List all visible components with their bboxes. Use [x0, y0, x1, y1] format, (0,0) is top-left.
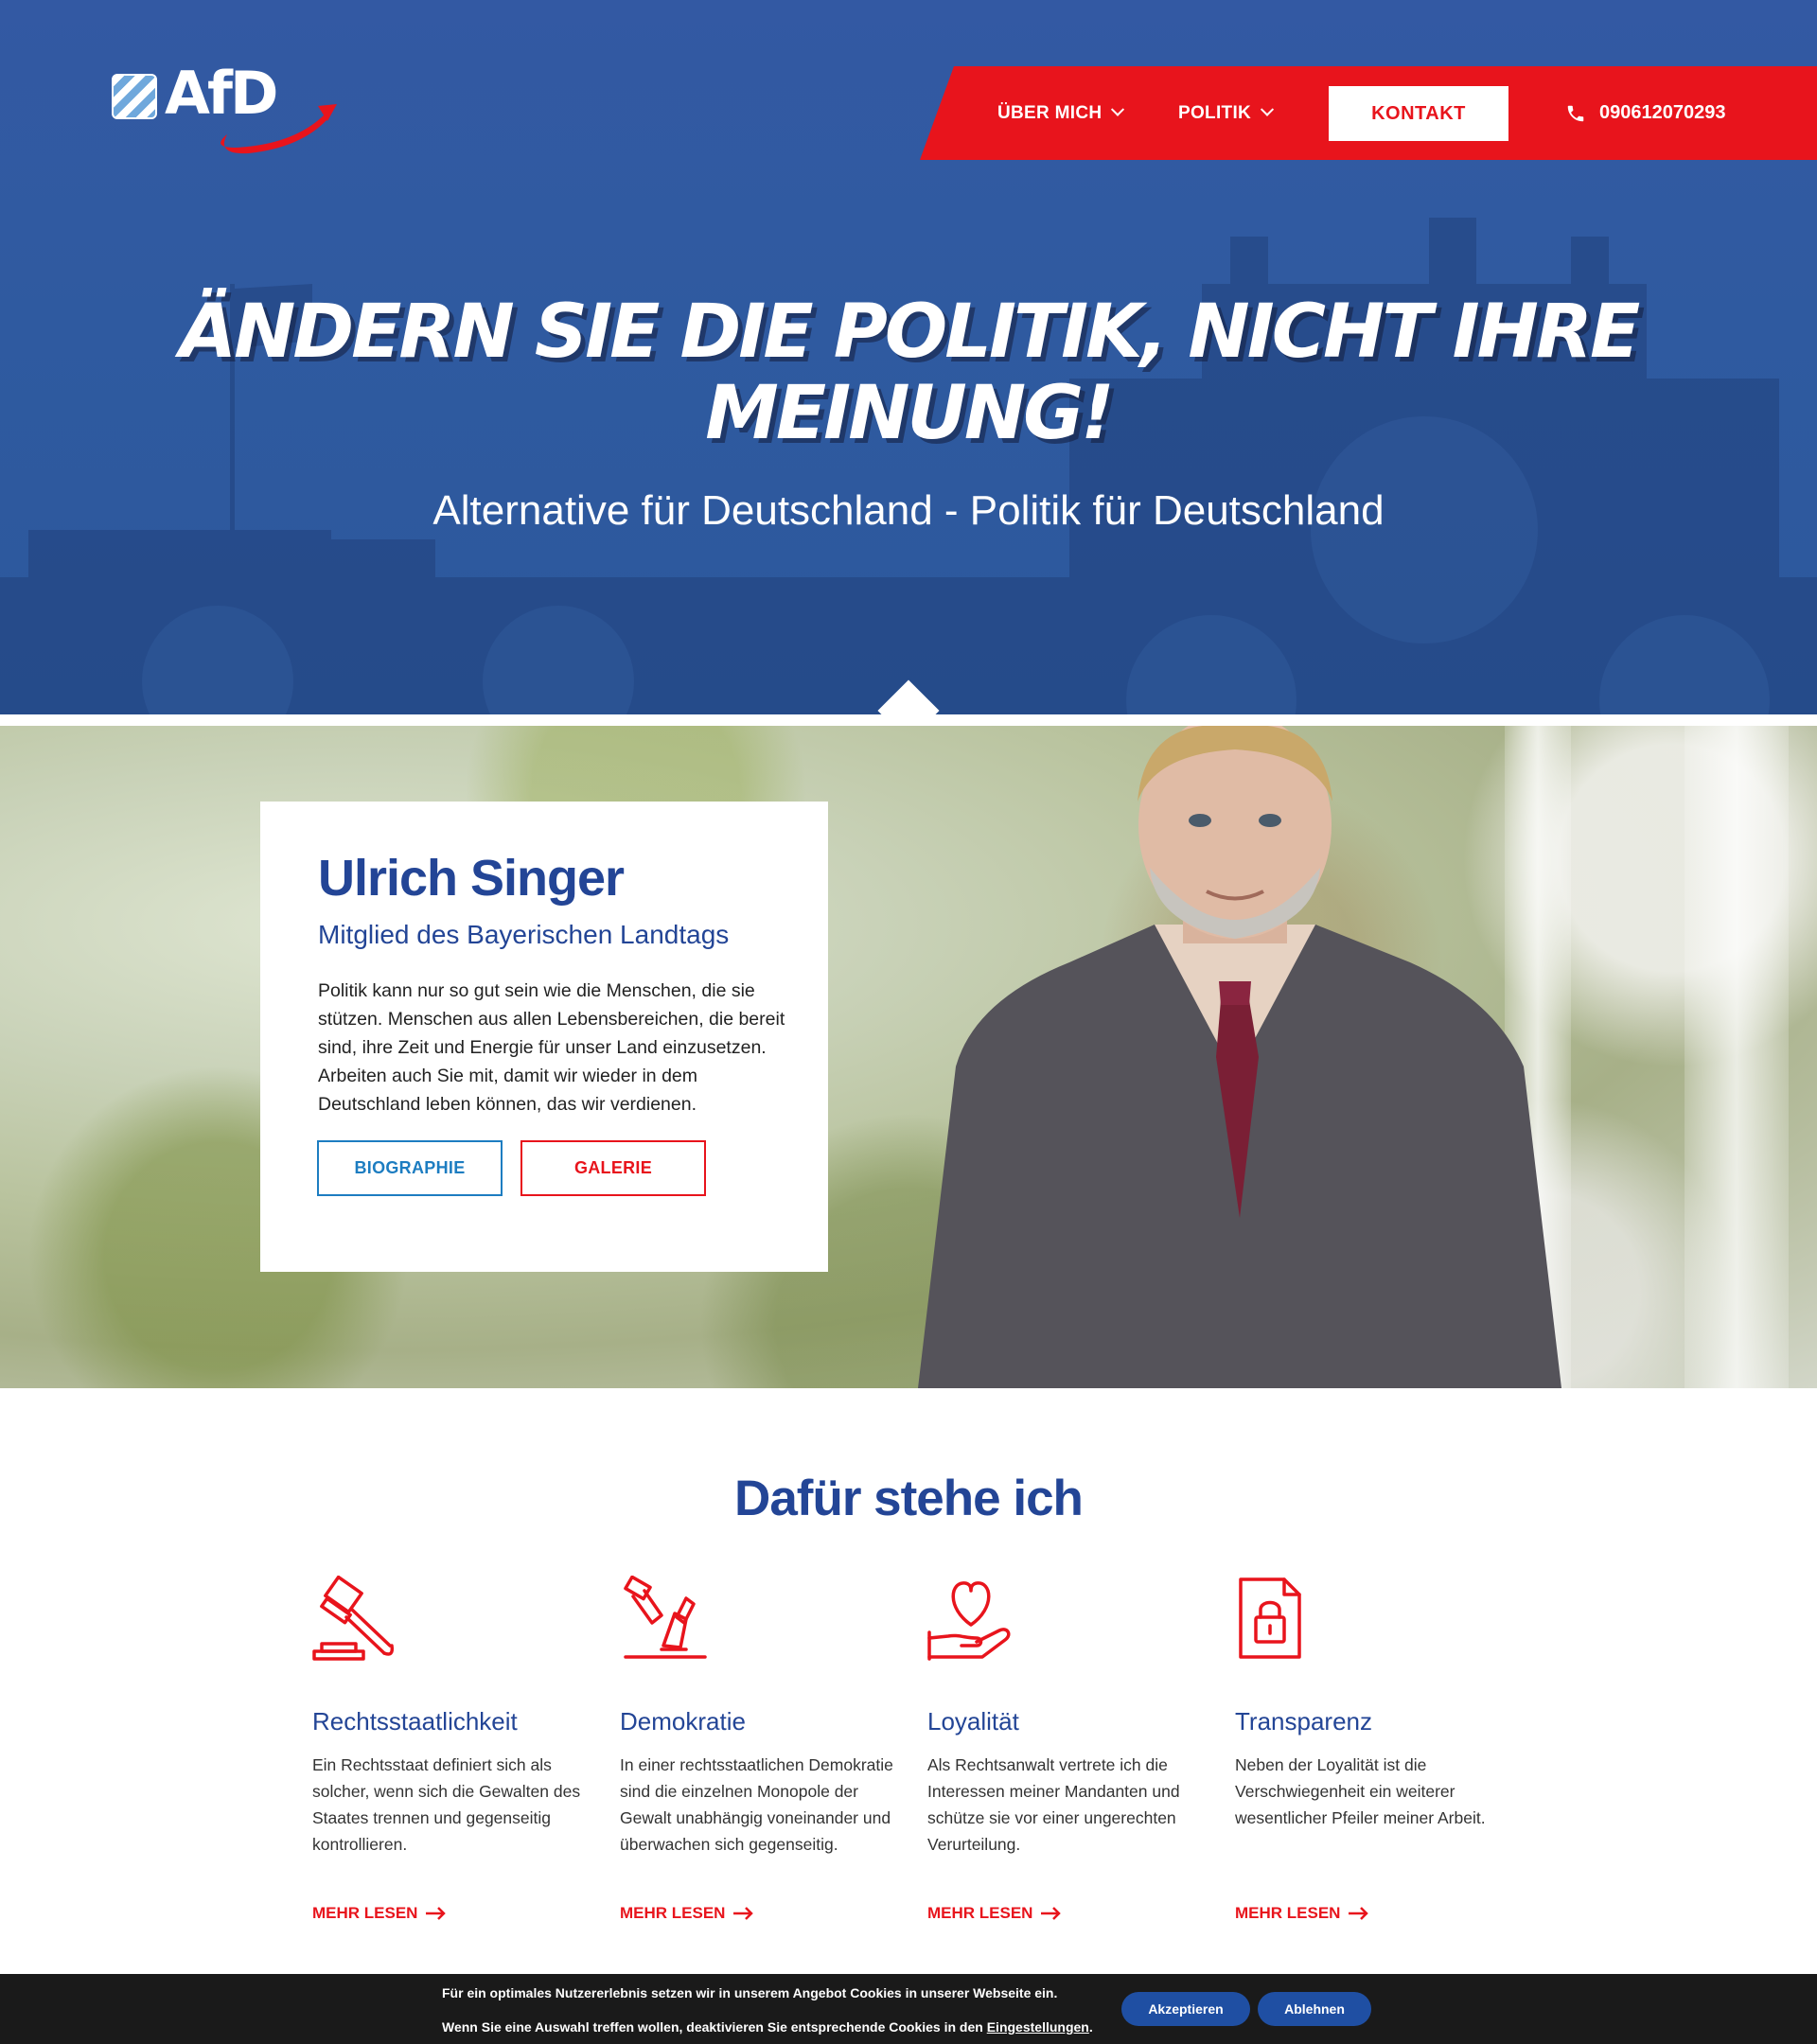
gavel-icon — [312, 1575, 395, 1661]
value-item: Transparenz Neben der Loyalität ist die … — [1235, 1576, 1509, 1831]
value-text: Neben der Loyalität ist die Verschwiegen… — [1235, 1755, 1486, 1827]
cookie-text-end: . — [1088, 2019, 1093, 2035]
portrait-photo — [918, 726, 1561, 1388]
value-text: In einer rechtsstaatlichen Demokratie si… — [620, 1755, 893, 1854]
galerie-button[interactable]: GALERIE — [520, 1140, 706, 1196]
nav-item-ueber-mich[interactable]: ÜBER MICH — [997, 66, 1125, 160]
kontakt-button[interactable]: KONTAKT — [1329, 86, 1508, 141]
arrow-right-icon — [426, 1907, 447, 1920]
value-title: Transparenz — [1235, 1707, 1372, 1736]
value-title: Demokratie — [620, 1707, 746, 1736]
mehr-lesen-link[interactable]: MEHR LESEN — [620, 1904, 754, 1923]
arrow-right-icon — [1349, 1907, 1369, 1920]
arrow-right-icon — [1041, 1907, 1062, 1920]
values-title: Dafür stehe ich — [734, 1471, 1084, 1526]
profile-text: Politik kann nur so gut sein wie die Men… — [318, 980, 785, 1115]
locked-document-icon — [1239, 1577, 1301, 1659]
cookie-text-line1: Für ein optimales Nutzererlebnis setzen … — [442, 1985, 1058, 2000]
afd-logo[interactable]: AfD — [112, 59, 337, 159]
heart-hand-icon — [927, 1581, 1011, 1661]
mehr-lesen-link[interactable]: MEHR LESEN — [312, 1904, 447, 1923]
chevron-down-icon — [1260, 102, 1275, 116]
hero-title: ÄNDERN SIE DIE POLITIK, NICHT IHRE MEINU… — [0, 291, 1817, 454]
nav-item-label: ÜBER MICH — [997, 102, 1103, 123]
arrow-right-icon — [733, 1907, 754, 1920]
vote-icon — [624, 1575, 707, 1659]
profile-role: Mitglied des Bayerischen Landtags — [318, 920, 730, 949]
hero-section: AfD ÜBER MICH POLITIK KONTAKT 0906120702… — [0, 0, 1817, 714]
bavaria-flag-icon — [112, 74, 157, 119]
cookie-text: Wenn Sie eine Auswahl treffen wollen, de… — [442, 2019, 983, 2035]
cookie-settings-link[interactable]: Eingestellungen — [987, 2019, 1089, 2035]
nav-item-label: POLITIK — [1178, 102, 1252, 123]
hero-title-line1: ÄNDERN SIE DIE POLITIK, NICHT IHRE — [179, 290, 1640, 375]
main-navigation: ÜBER MICH POLITIK KONTAKT 090612070293 — [920, 66, 1817, 160]
value-item: Rechtsstaatlichkeit Ein Rechtsstaat defi… — [312, 1575, 587, 1858]
phone-number: 090612070293 — [1599, 102, 1726, 123]
profile-card: Ulrich Singer Mitglied des Bayerischen L… — [260, 802, 828, 1272]
value-text: Als Rechtsanwalt vertrete ich die Intere… — [927, 1755, 1180, 1854]
nav-item-politik[interactable]: POLITIK — [1178, 66, 1275, 160]
profile-name: Ulrich Singer — [318, 850, 625, 907]
chevron-down-icon — [1111, 102, 1125, 116]
decline-cookies-button[interactable]: Ablehnen — [1258, 1992, 1371, 2026]
mehr-lesen-label: MEHR LESEN — [1235, 1904, 1341, 1922]
mehr-lesen-label: MEHR LESEN — [312, 1904, 418, 1922]
phone-link[interactable]: 090612070293 — [1565, 66, 1725, 160]
value-item: Demokratie In einer rechtsstaatlichen De… — [620, 1575, 894, 1858]
hero-subtitle: Alternative für Deutschland - Politik fü… — [432, 487, 1385, 534]
profile-section: Ulrich Singer Mitglied des Bayerischen L… — [0, 726, 1817, 1388]
background-column — [1685, 726, 1789, 1388]
mehr-lesen-label: MEHR LESEN — [620, 1904, 726, 1922]
hero-title-line2: MEINUNG! — [705, 371, 1114, 456]
cookie-banner: Für ein optimales Nutzererlebnis setzen … — [0, 1974, 1817, 2044]
mehr-lesen-link[interactable]: MEHR LESEN — [1235, 1904, 1369, 1923]
accept-cookies-button[interactable]: Akzeptieren — [1121, 1992, 1250, 2026]
value-title: Loyalität — [927, 1707, 1019, 1736]
mehr-lesen-label: MEHR LESEN — [927, 1904, 1033, 1922]
value-item: Loyalität Als Rechtsanwalt vertrete ich … — [927, 1576, 1202, 1858]
cookie-text-line2: Wenn Sie eine Auswahl treffen wollen, de… — [442, 2019, 1093, 2035]
logo-swoosh-icon — [221, 104, 337, 154]
mehr-lesen-link[interactable]: MEHR LESEN — [927, 1904, 1062, 1923]
value-text: Ein Rechtsstaat definiert sich als solch… — [312, 1755, 581, 1854]
value-title: Rechtsstaatlichkeit — [312, 1707, 518, 1736]
biographie-button[interactable]: BIOGRAPHIE — [317, 1140, 503, 1196]
phone-icon — [1567, 105, 1584, 121]
